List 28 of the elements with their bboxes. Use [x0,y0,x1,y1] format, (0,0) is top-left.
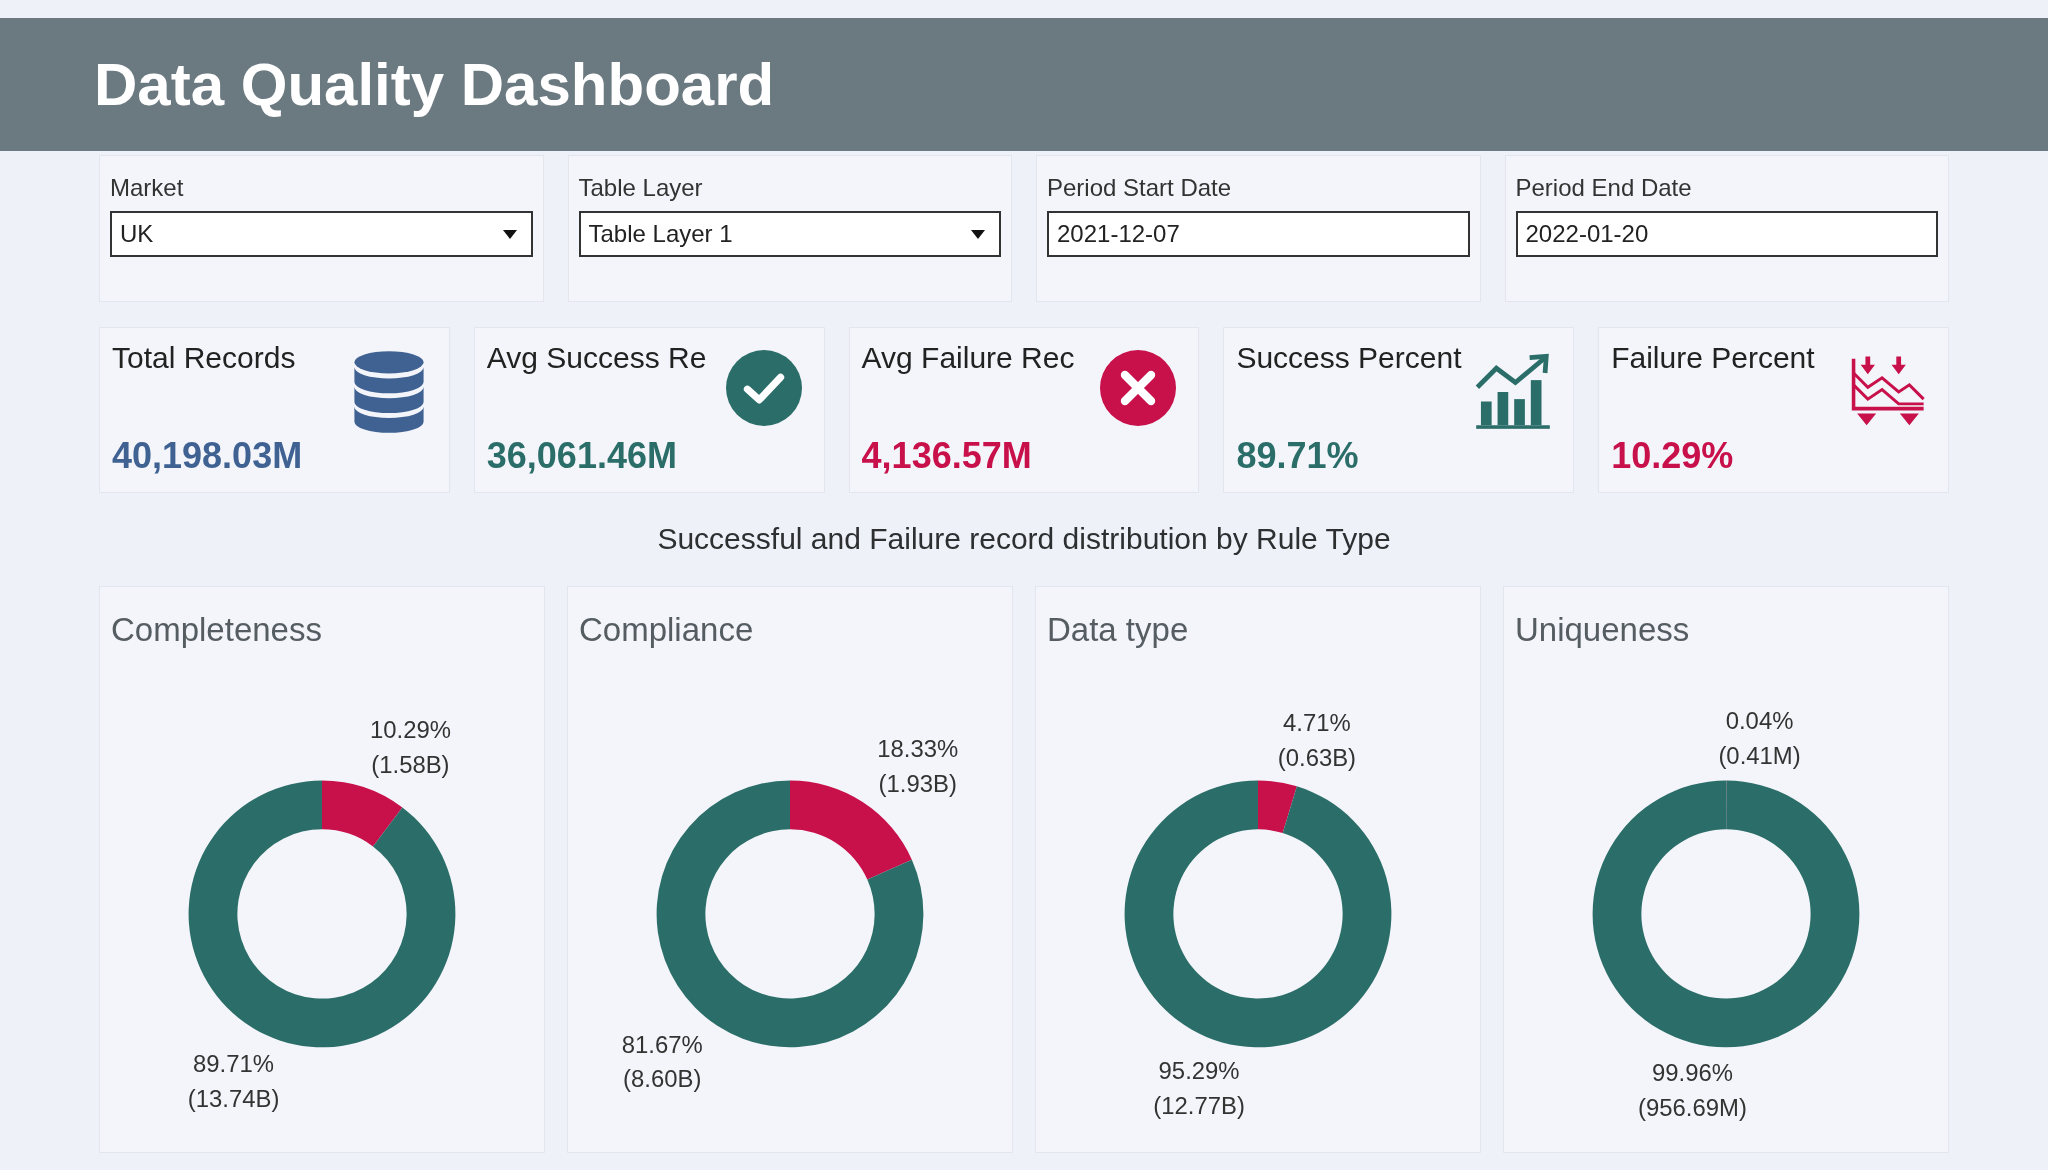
filter-label: Market [110,174,185,202]
section-title: Successful and Failure record distribution by Rule Type [657,522,1391,556]
data-label: 81.67% (8.60B) [621,1030,703,1093]
filter-label: Table Layer [578,174,704,202]
data-label: 4.71% (0.63B) [1277,708,1357,771]
data-label: 0.04% (0.41M) [1718,706,1801,769]
chart-title: Data type [1046,610,1189,650]
kpi-title: Total Records [112,340,297,376]
chart-title: Compliance [578,610,754,650]
chart-title: Completeness [110,610,322,650]
data-label: 99.96% (956.69M) [1638,1059,1747,1121]
data-label: 18.33% (1.93B) [877,735,959,798]
kpi-title: Success Percent [1236,340,1463,376]
kpi-value: 10.29% [1611,434,1735,478]
chart-title: Uniqueness [1514,610,1690,650]
data-label: 89.71% (13.74B) [187,1049,280,1112]
kpi-value: 4,136.57M [861,434,1033,478]
kpi-value: 89.71% [1236,434,1360,478]
filter-label: Period Start Date [1047,174,1233,202]
kpi-title: Avg Success Re [486,340,708,376]
kpi-title: Avg Failure Rec [861,340,1076,376]
filter-label: Period End Date [1515,174,1693,202]
kpi-value: 36,061.46M [486,434,678,478]
data-label: 10.29% (1.58B) [369,716,451,778]
dashboard-title: Data Quality Dashboard [94,49,775,120]
kpi-value: 40,198.03M [112,434,304,478]
kpi-title: Failure Percent [1611,340,1816,376]
data-label: 95.29% (12.77B) [1153,1057,1245,1119]
